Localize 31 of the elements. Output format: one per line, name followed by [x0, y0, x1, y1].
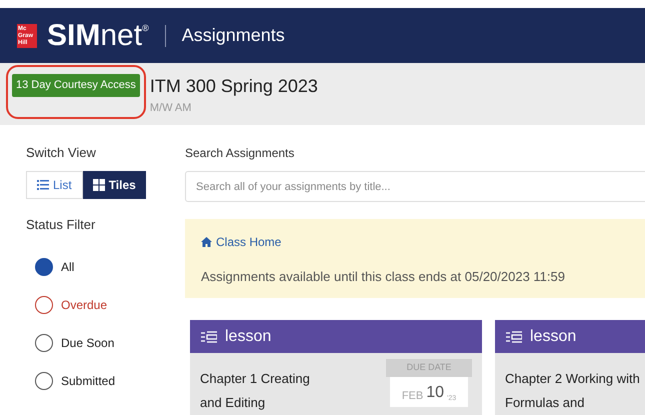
search-label: Search Assignments — [185, 145, 296, 162]
filter-label: All — [61, 259, 74, 276]
class-home-link[interactable]: Class Home — [201, 233, 645, 252]
filter-label: Due Soon — [61, 335, 114, 352]
lesson-icon — [506, 330, 522, 342]
card-type: lesson — [530, 326, 576, 346]
search-field[interactable]: Search all of your assignments by title... — [185, 171, 645, 202]
radio-button[interactable] — [35, 258, 53, 276]
status-filter-label: Status Filter — [26, 216, 96, 234]
switch-view-label: Switch View — [26, 144, 97, 162]
filter-label: Overdue — [61, 297, 108, 314]
assignment-card[interactable]: lesson Chapter 2 Working with Formulas and — [495, 320, 645, 415]
card-type: lesson — [225, 326, 272, 346]
grid-icon — [92, 178, 105, 190]
notice-text: Assignments available until this class ends at 05/20/2023 11:59 — [201, 268, 566, 286]
access-badge: 13 Day Courtesy Access — [12, 74, 140, 96]
radio-button[interactable] — [35, 372, 53, 390]
brand-logo: SIMnet® — [47, 20, 149, 50]
filter-label: Submitted — [61, 373, 116, 390]
view-toggle[interactable]: Tiles — [82, 170, 146, 198]
list-icon — [37, 180, 49, 190]
section-title: Assignments — [182, 24, 285, 47]
course-title: ITM 300 Spring 2023 — [150, 75, 318, 98]
view-toggle[interactable]: List — [26, 170, 83, 198]
course-subtitle: M/W AM — [150, 101, 192, 116]
radio-button[interactable] — [35, 296, 53, 314]
card-title: Chapter 1 Creating and Editing — [200, 370, 311, 412]
lesson-icon — [201, 330, 217, 342]
home-icon — [201, 237, 212, 248]
card-title: Chapter 2 Working with Formulas and — [505, 370, 640, 412]
radio-button[interactable] — [35, 334, 53, 352]
